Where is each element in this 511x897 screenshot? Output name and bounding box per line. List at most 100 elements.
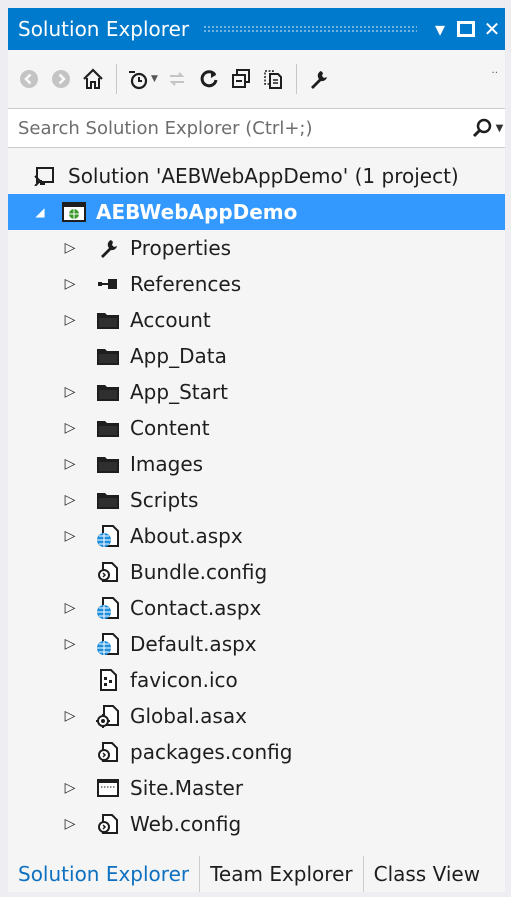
search-icon — [472, 118, 491, 138]
forward-button[interactable] — [46, 62, 76, 96]
tree-item-solution[interactable]: Solution 'AEBWebAppDemo' (1 project) — [8, 158, 505, 194]
solution-explorer-window: Solution Explorer ▾ ✕ ▼ ‥ Search Solutio… — [8, 8, 505, 892]
expand-arrow-icon[interactable]: ▷ — [60, 456, 80, 472]
back-button[interactable] — [14, 62, 44, 96]
expand-arrow-icon[interactable]: ▷ — [60, 276, 80, 292]
tree-item-label: Contact.aspx — [130, 596, 262, 620]
refresh-button[interactable] — [194, 62, 224, 96]
collapse-arrow-icon[interactable]: ◢ — [30, 205, 50, 219]
tree-item[interactable]: ▷ Global.asax — [8, 698, 505, 734]
expand-arrow-icon[interactable]: ▷ — [60, 384, 80, 400]
expand-arrow-icon[interactable]: ▷ — [60, 240, 80, 256]
tree-item-label: About.aspx — [130, 524, 243, 548]
tree-item[interactable]: favicon.ico — [8, 662, 505, 698]
config-file-icon — [94, 738, 122, 766]
tree-item[interactable]: ▷ Properties — [8, 230, 505, 266]
window-options-dropdown-icon[interactable]: ▾ — [427, 13, 453, 45]
tree-item[interactable]: ▷ App_Start — [8, 374, 505, 410]
config-file-icon — [94, 810, 122, 838]
show-all-files-icon — [264, 70, 282, 89]
properties-button[interactable] — [303, 62, 333, 96]
maximize-icon[interactable] — [453, 13, 479, 45]
web-page-icon — [94, 522, 122, 550]
expand-arrow-icon[interactable]: ▷ — [60, 708, 80, 724]
expand-arrow-icon[interactable]: ▷ — [60, 600, 80, 616]
tree-item[interactable]: ▷ Contact.aspx — [8, 590, 505, 626]
tree-item-label: Web.config — [130, 812, 242, 836]
tree-item-label: Site.Master — [130, 776, 244, 800]
pending-changes-filter-button[interactable] — [123, 62, 153, 96]
search-input[interactable] — [8, 116, 469, 140]
tree-item-label: Images — [130, 452, 204, 476]
toolbar-separator — [116, 64, 117, 94]
web-page-icon — [94, 594, 122, 622]
sync-with-active-document-button[interactable] — [162, 62, 192, 96]
tab-team-explorer[interactable]: Team Explorer — [200, 856, 364, 892]
solution-icon — [30, 162, 58, 190]
wrench-icon — [310, 71, 327, 89]
folder-icon — [94, 378, 122, 406]
tree-item-label: References — [130, 272, 242, 296]
expand-arrow-icon[interactable]: ▷ — [60, 312, 80, 328]
tree-item[interactable]: ▷ Content — [8, 410, 505, 446]
tree-item[interactable]: ▷ Site.Master — [8, 770, 505, 806]
tree-item[interactable]: ▷ Account — [8, 302, 505, 338]
tree-item[interactable]: ▷ Web.config — [8, 806, 505, 842]
collapse-all-button[interactable] — [226, 62, 256, 96]
tree-item-label: Default.aspx — [130, 632, 257, 656]
tree-item[interactable]: ▷ About.aspx — [8, 518, 505, 554]
refresh-icon — [200, 70, 218, 88]
tree-item-label: Properties — [130, 236, 232, 260]
toolbar-overflow-icon[interactable]: ‥ — [491, 65, 499, 76]
toolbar-separator — [295, 64, 297, 94]
tree-item[interactable]: packages.config — [8, 734, 505, 770]
tree-item-label: packages.config — [130, 740, 293, 764]
tree-item[interactable]: ▷ Scripts — [8, 482, 505, 518]
sync-arrows-icon — [169, 72, 185, 86]
folder-icon — [94, 306, 122, 334]
expand-arrow-icon[interactable]: ▷ — [60, 780, 80, 796]
home-icon — [83, 68, 103, 89]
tree-item-label: Scripts — [130, 488, 199, 512]
folder-icon — [94, 486, 122, 514]
expand-arrow-icon[interactable]: ▷ — [60, 636, 80, 652]
tree-item-label: Content — [130, 416, 210, 440]
home-button[interactable] — [78, 62, 108, 96]
tree-item[interactable]: App_Data — [8, 338, 505, 374]
close-icon[interactable]: ✕ — [479, 13, 505, 45]
tree-item-label: Global.asax — [130, 704, 247, 728]
web-page-icon — [94, 630, 122, 658]
tree-item-label: App_Data — [130, 344, 227, 368]
search-options-button[interactable]: ▼ — [469, 117, 505, 139]
tree-item-label: App_Start — [130, 380, 228, 404]
config-file-icon — [94, 558, 122, 586]
tree-item[interactable]: ▷ References — [8, 266, 505, 302]
folder-icon — [94, 450, 122, 478]
project-children: ▷ Properties ▷ References ▷ Account App_Data ▷ A… — [8, 230, 505, 842]
title-bar-grip[interactable] — [203, 25, 417, 33]
tab-class-view[interactable]: Class View — [364, 856, 490, 892]
clock-filter-icon — [129, 71, 148, 90]
tree-item[interactable]: Bundle.config — [8, 554, 505, 590]
filter-dropdown-icon[interactable]: ▼ — [151, 74, 158, 84]
tree-item-label: Account — [130, 308, 211, 332]
tab-solution-explorer[interactable]: Solution Explorer — [8, 856, 201, 892]
toolbar: ▼ ‥ — [8, 50, 505, 108]
title-bar[interactable]: Solution Explorer ▾ ✕ — [8, 8, 505, 50]
wrench-icon — [94, 234, 122, 262]
expand-arrow-icon[interactable]: ▷ — [60, 420, 80, 436]
show-all-files-button[interactable] — [258, 62, 288, 96]
back-icon — [20, 70, 38, 88]
tree-item[interactable]: ▷ Default.aspx — [8, 626, 505, 662]
image-file-icon — [94, 666, 122, 694]
references-icon — [94, 270, 122, 298]
expand-arrow-icon[interactable]: ▷ — [60, 528, 80, 544]
search-dropdown-icon: ▼ — [495, 122, 504, 134]
tree-item[interactable]: ▷ Images — [8, 446, 505, 482]
master-page-icon — [94, 774, 122, 802]
search-box: ▼ — [8, 108, 505, 148]
expand-arrow-icon[interactable]: ▷ — [60, 492, 80, 508]
tree-item-label: favicon.ico — [130, 668, 238, 692]
expand-arrow-icon[interactable]: ▷ — [60, 816, 80, 832]
tree-item-project[interactable]: ◢ AEBWebAppDemo — [8, 194, 505, 230]
